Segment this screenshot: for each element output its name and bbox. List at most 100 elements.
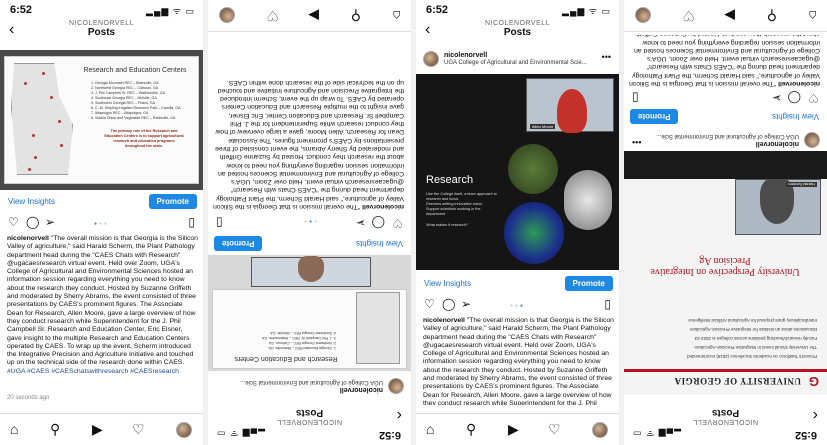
more-options-icon[interactable]: ••• (632, 137, 641, 147)
profile-avatar[interactable] (592, 422, 608, 438)
back-icon[interactable]: ‹ (9, 22, 14, 38)
insights-bar: View Insights Promote (624, 107, 827, 125)
video-call-frame (251, 256, 371, 287)
post-image[interactable]: Allen Moore Research Like the College it… (416, 74, 619, 270)
activity-icon[interactable]: ♡ (548, 421, 561, 438)
author-avatar[interactable] (423, 51, 439, 67)
view-insights-link[interactable]: View Insights (8, 197, 55, 206)
author-name[interactable]: nicolenorvell (340, 386, 383, 393)
status-time: 6:52 (10, 4, 33, 16)
reels-icon[interactable]: ▶ (308, 7, 319, 24)
post-image[interactable]: Research and Education Centers 1. Georgi… (208, 255, 411, 371)
status-time: 6:52 (794, 429, 817, 441)
caption-hashtags[interactable]: #UGA #CAES #CAESchatswithresearch #CAESr… (7, 368, 179, 375)
home-icon[interactable]: ⌂ (10, 421, 18, 437)
caption-username[interactable]: nicolenorvell (423, 317, 465, 324)
back-icon[interactable]: ‹ (397, 407, 402, 424)
author-name[interactable]: nicolenorvell (444, 52, 487, 59)
reels-icon[interactable]: ▶ (724, 7, 735, 24)
activity-icon[interactable]: ♡ (132, 421, 145, 438)
list-item: Provost's Taskforce on Academic Excellen… (687, 354, 817, 359)
slide-image-circle-3 (504, 202, 564, 264)
speaker-name: Allen Moore (530, 124, 556, 129)
slide-research-lines: Like the College itself, a team approach… (426, 192, 498, 228)
like-icon[interactable]: ♡ (808, 91, 819, 105)
slide-title: Research and Education Centers (83, 67, 187, 74)
promote-button[interactable]: Promote (564, 276, 613, 291)
view-insights-link[interactable]: View Insights (356, 239, 403, 248)
activity-icon[interactable]: ♡ (266, 7, 279, 24)
search-icon[interactable]: ⚲ (50, 421, 60, 438)
home-icon[interactable]: ⌂ (809, 8, 817, 24)
header-username: NICOLENORVELL (276, 418, 343, 425)
promote-button[interactable]: Promote (214, 236, 263, 251)
list-item: 8. Vidalia Onion and Vegetable REC – Rei… (91, 116, 176, 120)
phone-screen-4: 6:52 ▂▄▆ ᯤ ▭ ‹ NICOLENORVELL Posts G UNI… (624, 0, 827, 445)
author-avatar[interactable] (388, 378, 404, 394)
caption-username[interactable]: nicolenorvell (362, 203, 404, 210)
reels-icon[interactable]: ▶ (92, 421, 103, 438)
comment-icon[interactable]: ◯ (788, 91, 801, 105)
list-item: Interdisciplinary grant proposal for Agr… (688, 318, 817, 323)
profile-avatar[interactable] (219, 7, 235, 23)
promote-button[interactable]: Promote (148, 194, 197, 209)
view-insights-link[interactable]: View Insights (772, 112, 819, 121)
post-timestamp: 20 seconds ago (7, 395, 50, 401)
list-item: Discussions about an institute for Integ… (689, 327, 817, 332)
header-username: NICOLENORVELL (692, 418, 759, 425)
slide-caption: The primary role of the Research and Edu… (104, 129, 184, 148)
status-bar: 6:52 ▂▄▆ ᯤ ▭ (624, 427, 827, 445)
carousel-dots: ●●● (301, 218, 318, 224)
caption-text: "The overall mission is that Georgia is … (213, 78, 404, 210)
post-image[interactable]: Research and Education Centers 1. Georgi… (0, 50, 203, 190)
home-icon[interactable]: ⌂ (393, 8, 401, 24)
profile-avatar[interactable] (635, 7, 651, 23)
search-icon[interactable]: ⚲ (351, 7, 361, 24)
profile-avatar[interactable] (176, 422, 192, 438)
list-item: The University should invest in Integrat… (694, 345, 817, 350)
post-author[interactable]: nicolenorvell UGA College of Agricultura… (208, 375, 411, 395)
view-insights-link[interactable]: View Insights (424, 279, 471, 288)
video-call-frame: Harald Scherm (735, 178, 821, 235)
author-location: UGA College of Agricultural and Environm… (656, 133, 799, 139)
bottom-nav: ⌂ ⚲ ▶ ♡ (416, 413, 619, 445)
slide-research-title: Research (426, 174, 474, 186)
more-options-icon[interactable]: ••• (602, 52, 611, 62)
caption-text: "The overall mission is that Georgia is … (7, 235, 198, 367)
home-icon[interactable]: ⌂ (426, 421, 434, 437)
speaker-figure (557, 89, 587, 133)
post-author[interactable]: nicolenorvell UGA College of Agricultura… (624, 129, 827, 149)
caption-username[interactable]: nicolenorvell (7, 235, 49, 242)
uga-footer: G UNIVERSITY OF GEORGIA (624, 369, 827, 391)
header-title: Posts (711, 407, 740, 418)
status-icons: ▂▄▆ ᯤ ▭ (632, 429, 681, 439)
save-icon[interactable]: ▯ (632, 91, 639, 105)
reels-icon[interactable]: ▶ (508, 421, 519, 438)
activity-icon[interactable]: ♡ (682, 7, 695, 24)
post-image[interactable]: G UNIVERSITY OF GEORGIA Provost's Taskfo… (624, 151, 827, 395)
caption-username[interactable]: nicolenorvell (778, 80, 820, 87)
speaker-figure (298, 256, 324, 282)
status-time: 6:52 (426, 4, 449, 16)
posts-header: ‹ NICOLENORVELL Posts (208, 399, 411, 427)
search-icon[interactable]: ⚲ (767, 7, 777, 24)
author-avatar[interactable] (804, 132, 820, 148)
search-icon[interactable]: ⚲ (466, 421, 476, 438)
header-title: Posts (87, 27, 116, 38)
share-icon[interactable]: ➢ (772, 91, 782, 105)
status-time: 6:52 (378, 429, 401, 441)
post-author[interactable]: nicolenorvell UGA College of Agricultura… (416, 50, 619, 70)
insights-bar: View Insights Promote (0, 193, 203, 211)
author-name[interactable]: nicolenorvell (756, 140, 799, 147)
author-location: UGA College of Agricultural and Environm… (240, 379, 383, 385)
slide-title: Research and Education Centers (234, 355, 338, 362)
back-icon[interactable]: ‹ (425, 22, 430, 38)
posts-header: ‹ NICOLENORVELL Posts (0, 18, 203, 46)
back-icon[interactable]: ‹ (813, 407, 818, 424)
promote-button[interactable]: Promote (630, 109, 679, 124)
status-bar: 6:52 ▂▄▆ ᯤ ▭ (0, 0, 203, 18)
list-item: Support scientists working in the depart… (426, 207, 481, 216)
georgia-map (11, 63, 73, 175)
speaker-name: Harald Scherm (786, 182, 817, 187)
header-username: NICOLENORVELL (484, 20, 551, 27)
